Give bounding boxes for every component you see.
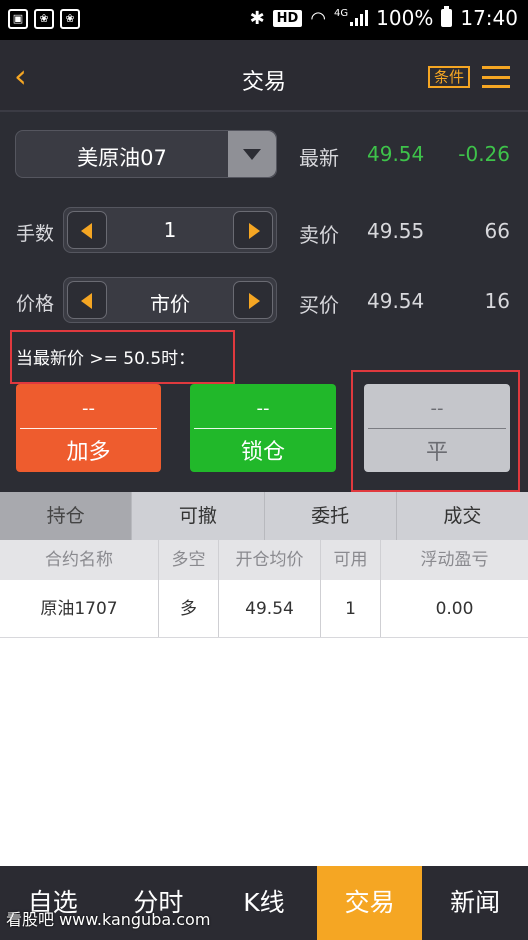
- price-value[interactable]: 市价: [108, 288, 232, 317]
- menu-icon[interactable]: [482, 66, 510, 88]
- lock-price: --: [256, 398, 270, 419]
- status-bar: ▣ ❀ ❀ ✱ HD ◠ 4G 100% 17:40: [0, 0, 528, 40]
- nav-news[interactable]: 新闻: [422, 866, 528, 940]
- bluetooth-icon: ✱: [249, 7, 265, 29]
- add-long-label: 加多: [66, 440, 111, 465]
- latest-label: 最新: [299, 146, 339, 170]
- system-icons: ✱ HD ◠ 4G 100% 17:40: [250, 6, 518, 30]
- image-notification-icon: ▣: [8, 9, 28, 29]
- cell-direction: 多: [159, 580, 219, 637]
- buy-price: 49.54: [367, 289, 425, 313]
- contract-selector[interactable]: 美原油07: [15, 130, 277, 178]
- add-long-price: --: [82, 398, 95, 419]
- nav-kline[interactable]: K线: [211, 866, 317, 940]
- app-header: ‹ 交易 条件: [0, 40, 528, 112]
- col-avg-open: 开仓均价: [219, 540, 321, 580]
- buy-label: 买价: [299, 293, 339, 317]
- qty-value[interactable]: 1: [108, 218, 232, 242]
- tab-positions[interactable]: 持仓: [0, 492, 133, 540]
- signal-icon: [350, 10, 369, 26]
- wifi-icon: ◠: [310, 7, 327, 29]
- cell-avg-open: 49.54: [219, 580, 321, 637]
- col-direction: 多空: [159, 540, 219, 580]
- qty-label: 手数: [16, 223, 55, 245]
- price-stepper[interactable]: 市价: [63, 277, 277, 323]
- condition-button[interactable]: 条件: [428, 66, 471, 88]
- price-label: 价格: [16, 293, 55, 315]
- cell-contract: 原油1707: [0, 580, 159, 637]
- table-row[interactable]: 原油1707 多 49.54 1 0.00: [0, 580, 528, 638]
- hd-badge: HD: [272, 9, 303, 27]
- lock-position-button[interactable]: -- 锁仓: [190, 384, 336, 472]
- position-tabs: 持仓 可撤 委托 成交: [0, 492, 528, 540]
- latest-price: 49.54: [367, 142, 425, 166]
- battery-icon: [441, 6, 453, 27]
- contract-name: 美原油07: [77, 146, 167, 170]
- notification-icons: ▣ ❀ ❀: [8, 9, 80, 29]
- price-increase-arrow-icon[interactable]: [233, 281, 273, 319]
- lock-label: 锁仓: [240, 440, 285, 465]
- table-header: 合约名称 多空 开仓均价 可用 浮动盈亏: [0, 540, 528, 580]
- battery-percent: 100%: [376, 6, 434, 30]
- tab-orders[interactable]: 委托: [265, 492, 397, 540]
- highlight-box-close: [351, 370, 520, 492]
- qty-stepper[interactable]: 1: [63, 207, 277, 253]
- nav-trade[interactable]: 交易: [316, 866, 423, 940]
- trade-panel: 美原油07 最新 49.54 -0.26 手数 1 卖价 49.55 66 价格…: [0, 112, 528, 492]
- highlight-box-condition: [10, 330, 235, 384]
- qty-decrease-arrow-icon[interactable]: [67, 211, 107, 249]
- latest-change: -0.26: [458, 142, 510, 166]
- col-available: 可用: [321, 540, 381, 580]
- qty-increase-arrow-icon[interactable]: [233, 211, 273, 249]
- price-decrease-arrow-icon[interactable]: [67, 281, 107, 319]
- watermark: 看股吧 www.kanguba.com: [6, 910, 211, 929]
- sell-qty: 66: [484, 219, 510, 243]
- add-long-button[interactable]: -- 加多: [16, 384, 161, 472]
- clock: 17:40: [460, 6, 518, 30]
- paw-notification-icon: ❀: [34, 9, 54, 29]
- sell-label: 卖价: [299, 223, 339, 247]
- cell-available: 1: [321, 580, 381, 637]
- tab-fills[interactable]: 成交: [397, 492, 528, 540]
- cell-float-pnl: 0.00: [435, 599, 474, 619]
- buy-qty: 16: [484, 289, 510, 313]
- network-type: 4G: [334, 7, 349, 19]
- chevron-down-icon[interactable]: [228, 131, 276, 177]
- col-contract: 合约名称: [0, 540, 159, 580]
- tab-cancelable[interactable]: 可撤: [132, 492, 265, 540]
- col-float-pnl: 浮动盈亏: [420, 550, 489, 570]
- paw-notification-icon-2: ❀: [60, 9, 80, 29]
- sell-price: 49.55: [367, 219, 425, 243]
